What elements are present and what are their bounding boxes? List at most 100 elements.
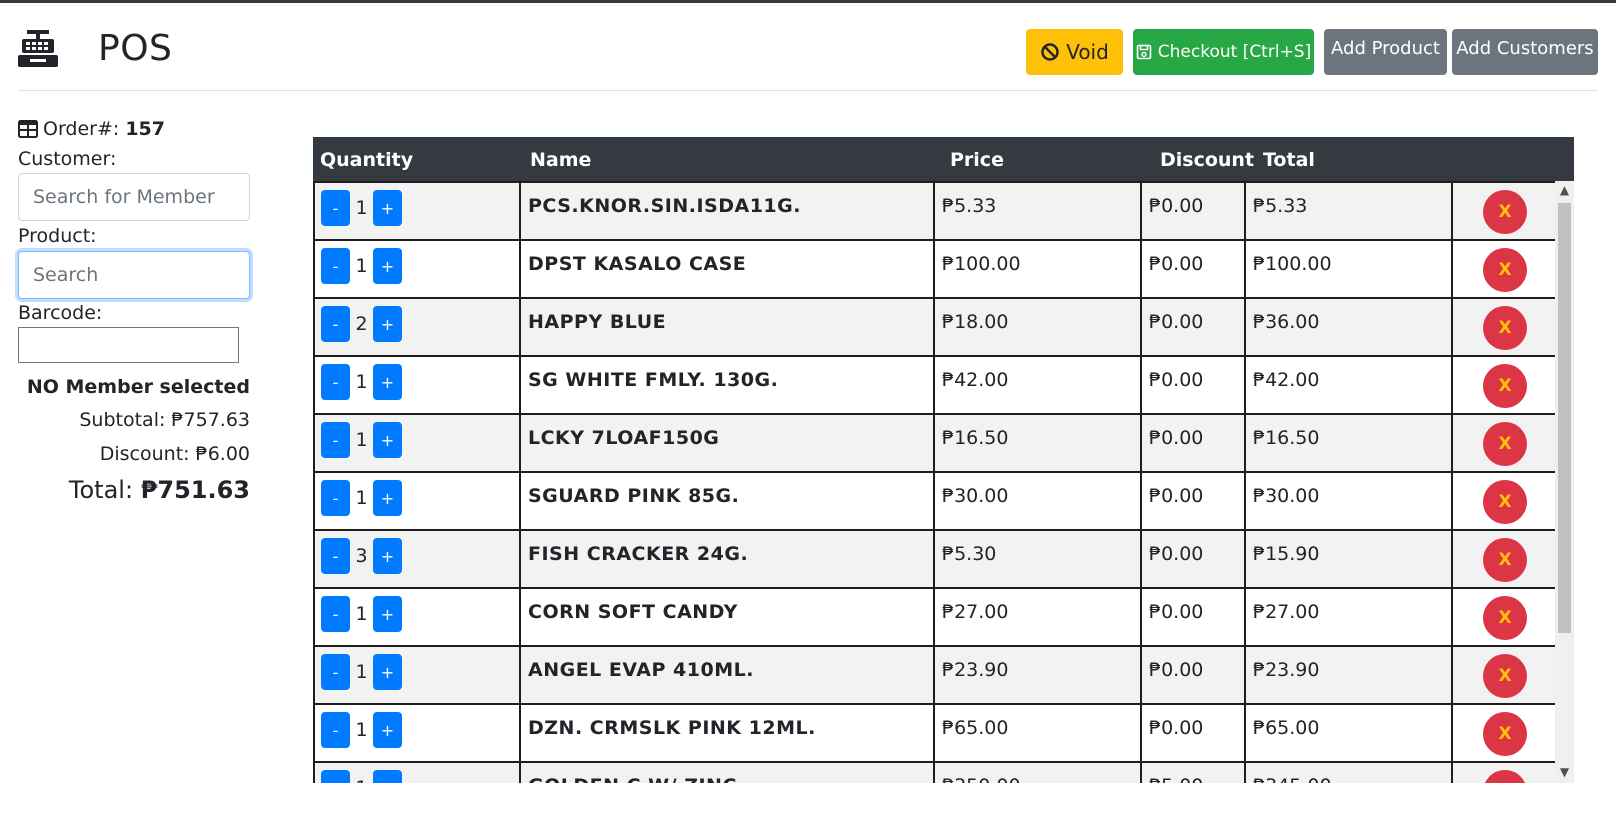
quantity-stepper: -1+: [315, 705, 519, 748]
barcode-input[interactable]: [18, 327, 239, 363]
decrease-qty-button[interactable]: -: [321, 480, 350, 516]
customer-label: Customer:: [18, 148, 117, 170]
col-price: Price: [950, 149, 1004, 171]
decrease-qty-button[interactable]: -: [321, 248, 350, 284]
remove-cell: X: [1451, 703, 1557, 763]
price-cell: ₱5.33: [933, 181, 1142, 241]
increase-qty-button[interactable]: +: [373, 190, 402, 226]
quantity-cell: -1+: [313, 761, 521, 783]
discount-cell: ₱0.00: [1140, 529, 1246, 589]
table-row: -3 + FISH CRACKER 24G. ₱5.30 ₱0.00 ₱15.90 X: [313, 529, 1557, 589]
table-row: -1 + SGUARD PINK 85G. ₱30.00 ₱0.00 ₱30.00 X: [313, 471, 1557, 531]
checkout-button[interactable]: Checkout [Ctrl+S]: [1133, 29, 1314, 75]
order-number-value: 157: [125, 118, 165, 140]
product-name: ANGEL EVAP 410ML.: [519, 645, 935, 705]
table-scrollbar[interactable]: ▲ ▼: [1555, 181, 1574, 783]
discount-cell: ₱0.00: [1140, 471, 1246, 531]
remove-item-button[interactable]: X: [1483, 654, 1527, 698]
remove-cell: X: [1451, 355, 1557, 415]
discount-cell: ₱0.00: [1140, 645, 1246, 705]
total-cell: ₱65.00: [1244, 703, 1453, 763]
decrease-qty-button[interactable]: -: [321, 190, 350, 226]
increase-qty-button[interactable]: +: [373, 538, 402, 574]
add-customers-button[interactable]: Add Customers: [1452, 29, 1598, 75]
quantity-cell: -1+: [313, 239, 521, 299]
remove-item-button[interactable]: X: [1483, 538, 1527, 582]
remove-cell: X: [1451, 471, 1557, 531]
quantity-cell: -1+: [313, 587, 521, 647]
price-cell: ₱65.00: [933, 703, 1142, 763]
qty-value: 2: [355, 313, 368, 335]
product-search-input[interactable]: [18, 251, 250, 299]
discount-cell: ₱0.00: [1140, 181, 1246, 241]
quantity-cell: -2 +: [313, 297, 521, 357]
remove-item-button[interactable]: X: [1483, 422, 1527, 466]
increase-qty-button[interactable]: +: [373, 712, 402, 748]
table-row: -2 + HAPPY BLUE ₱18.00 ₱0.00 ₱36.00 X: [313, 297, 1557, 357]
increase-qty-button[interactable]: +: [373, 364, 402, 400]
total-cell: ₱15.90: [1244, 529, 1453, 589]
remove-cell: X: [1451, 645, 1557, 705]
quantity-stepper: -2 +: [315, 299, 519, 342]
increase-qty-button[interactable]: +: [373, 248, 402, 284]
decrease-qty-button[interactable]: -: [321, 712, 350, 748]
total-cell: ₱23.90: [1244, 645, 1453, 705]
customer-search-input[interactable]: [18, 173, 250, 221]
product-label: Product:: [18, 225, 97, 247]
scroll-down-arrow[interactable]: ▼: [1555, 765, 1574, 781]
remove-item-button[interactable]: X: [1483, 364, 1527, 408]
total-cell: ₱42.00: [1244, 355, 1453, 415]
scroll-up-arrow[interactable]: ▲: [1555, 183, 1574, 199]
quantity-stepper: -1+: [315, 473, 519, 516]
order-label: Order#:: [43, 118, 120, 140]
remove-item-button[interactable]: X: [1483, 480, 1527, 524]
add-product-button[interactable]: Add Product: [1324, 29, 1447, 75]
decrease-qty-button[interactable]: -: [321, 654, 350, 690]
app-title: POS: [98, 28, 173, 69]
col-name: Name: [530, 149, 592, 171]
table-row: -1 + LCKY 7LOAF150G ₱16.50 ₱0.00 ₱16.50 X: [313, 413, 1557, 473]
remove-item-button[interactable]: X: [1483, 596, 1527, 640]
decrease-qty-button[interactable]: -: [321, 422, 350, 458]
void-button[interactable]: Void: [1026, 29, 1123, 75]
decrease-qty-button[interactable]: -: [321, 364, 350, 400]
increase-qty-button[interactable]: +: [373, 596, 402, 632]
remove-cell: X: [1451, 181, 1557, 241]
remove-item-button[interactable]: X: [1483, 190, 1527, 234]
qty-value: 1: [350, 777, 373, 783]
cart-table-body[interactable]: -1 + PCS.KNOR.SIN.ISDA11G. ₱5.33 ₱0.00 ₱5.33 X…: [313, 181, 1574, 783]
total-cell: ₱5.33: [1244, 181, 1453, 241]
table-row: -1 + PCS.KNOR.SIN.ISDA11G. ₱5.33 ₱0.00 ₱5.33 X: [313, 181, 1557, 241]
quantity-stepper: -1+: [315, 589, 519, 632]
member-status: NO Member selected: [26, 376, 250, 398]
increase-qty-button[interactable]: +: [373, 480, 402, 516]
decrease-qty-button[interactable]: -: [321, 596, 350, 632]
remove-item-button[interactable]: X: [1483, 770, 1527, 783]
decrease-qty-button[interactable]: -: [321, 306, 350, 342]
remove-item-button[interactable]: X: [1483, 306, 1527, 350]
increase-qty-button[interactable]: +: [373, 306, 402, 342]
scroll-thumb[interactable]: [1558, 203, 1571, 633]
remove-item-button[interactable]: X: [1483, 712, 1527, 756]
table-row: -1 + DZN. CRMSLK PINK 12ML. ₱65.00 ₱0.00 ₱65.…: [313, 703, 1557, 763]
product-name: HAPPY BLUE: [519, 297, 935, 357]
price-cell: ₱16.50: [933, 413, 1142, 473]
increase-qty-button[interactable]: +: [373, 770, 402, 783]
total-cell: ₱30.00: [1244, 471, 1453, 531]
decrease-qty-button[interactable]: -: [321, 770, 350, 783]
decrease-qty-button[interactable]: -: [321, 538, 350, 574]
qty-value: 1: [355, 197, 368, 219]
subtotal: Subtotal: ₱757.63: [79, 409, 250, 431]
qty-value: 1: [355, 661, 368, 683]
product-name: CORN SOFT CANDY: [519, 587, 935, 647]
remove-cell: X: [1451, 587, 1557, 647]
increase-qty-button[interactable]: +: [373, 654, 402, 690]
quantity-cell: -1+: [313, 703, 521, 763]
quantity-stepper: -1+: [315, 183, 519, 226]
quantity-stepper: -1+: [315, 241, 519, 284]
increase-qty-button[interactable]: +: [373, 422, 402, 458]
product-name: DPST KASALO CASE: [519, 239, 935, 299]
remove-item-button[interactable]: X: [1483, 248, 1527, 292]
product-name: SG WHITE FMLY. 130G.: [519, 355, 935, 415]
qty-value: 1: [355, 429, 368, 451]
